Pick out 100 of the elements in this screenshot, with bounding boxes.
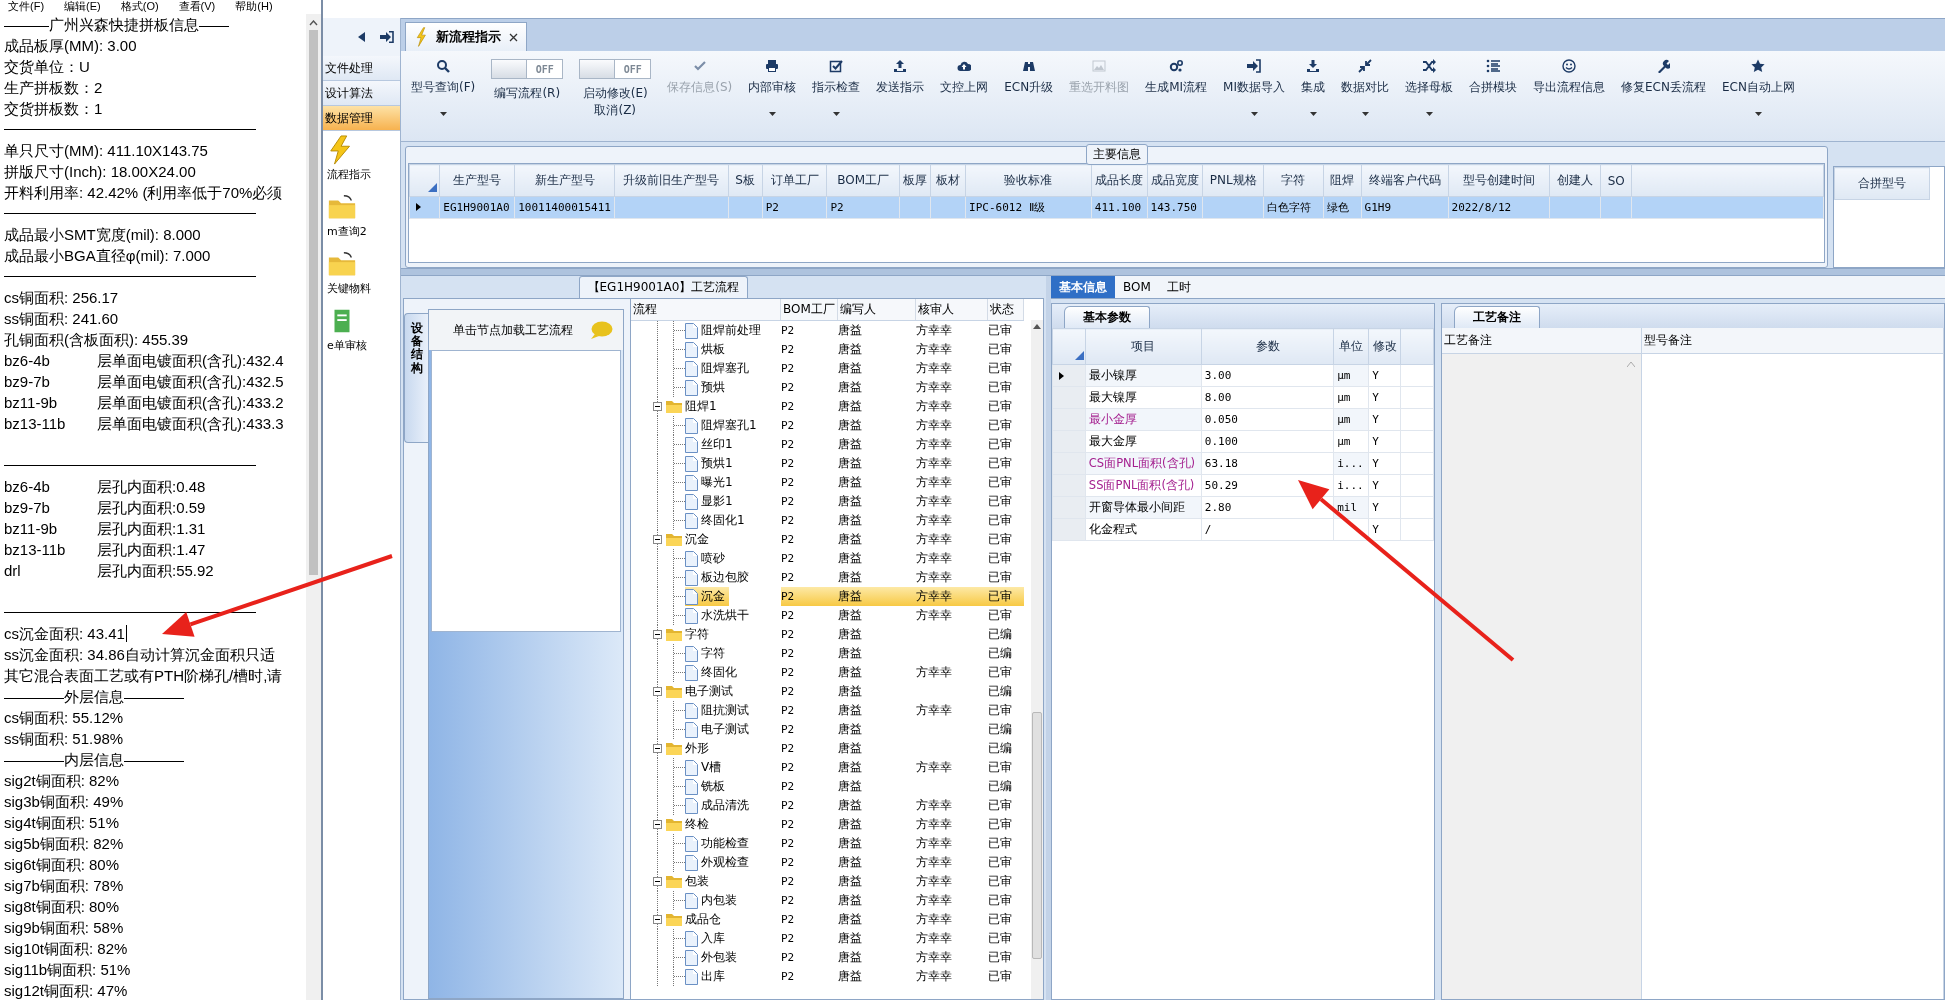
column-header: BOM工厂 (781, 299, 838, 320)
back-icon[interactable] (358, 32, 366, 42)
toolbar-button[interactable]: 文控上网 (934, 51, 995, 100)
tree-row[interactable]: 曝光1 P2 唐益 方幸幸 已审 (631, 473, 1024, 492)
toolbar-button[interactable]: 发送指示 (870, 51, 931, 100)
nav-shortcut[interactable]: m查询2 (323, 188, 400, 245)
toolbar-button[interactable]: 生成MI流程 (1139, 51, 1214, 100)
tree-row[interactable]: 阻焊塞孔1 P2 唐益 方幸幸 已审 (631, 416, 1024, 435)
tree-row[interactable]: 包装 P2 唐益 方幸幸 已审 (631, 872, 1024, 891)
toolbar-button[interactable]: 型号查询(F) (405, 51, 482, 120)
tree-row[interactable]: 阻抗测试 P2 唐益 方幸幸 已审 (631, 701, 1024, 720)
tree-row[interactable]: 终固化1 P2 唐益 方幸幸 已审 (631, 511, 1024, 530)
close-icon[interactable] (509, 32, 518, 42)
tab[interactable]: 工时 (1158, 276, 1199, 298)
toolbar-button[interactable]: MI数据导入 (1217, 51, 1291, 120)
toolbar-button[interactable]: ECN自动上网 (1715, 51, 1801, 120)
tree-row[interactable]: 字符 P2 唐益 已编 (631, 625, 1024, 644)
table-row[interactable]: 最小金厚 0.050 μm Y (1052, 408, 1434, 431)
tree-row[interactable]: 终检 P2 唐益 方幸幸 已审 (631, 815, 1024, 834)
tree-row[interactable]: 外包装 P2 唐益 方幸幸 已审 (631, 948, 1024, 967)
side-tab[interactable]: 设备结构 (404, 313, 428, 443)
menu-item[interactable]: 格式(O) (120, 0, 159, 14)
tree-row[interactable]: V槽 P2 唐益 方幸幸 已审 (631, 758, 1024, 777)
tree-row[interactable]: 沉金 P2 唐益 方幸幸 已审 (631, 587, 1024, 606)
panel-tab[interactable]: 基本参数 (1064, 306, 1150, 328)
collapse-icon[interactable] (653, 402, 662, 411)
table-row[interactable]: 最大金厚 0.100 μm Y (1052, 430, 1434, 453)
tree-row[interactable]: 喷砂 P2 唐益 方幸幸 已审 (631, 549, 1024, 568)
table-row[interactable]: EG1H9001A0 10011400015411 P2 P2 IPC-6012 Ⅱ级 411.100 143.750 白色字符 绿色 G1H9 2022/8/12 (409, 196, 1824, 219)
tree-row[interactable]: 阻焊塞孔 P2 唐益 方幸幸 已审 (631, 359, 1024, 378)
toolbar-button[interactable]: 集成 (1295, 51, 1331, 120)
tree-row[interactable]: 预烘 P2 唐益 方幸幸 已审 (631, 378, 1024, 397)
tree-row[interactable]: 沉金 P2 唐益 方幸幸 已审 (631, 530, 1024, 549)
collapse-icon[interactable] (653, 744, 662, 753)
toolbar-button[interactable]: 修复ECN丢流程 (1615, 51, 1712, 100)
table-row[interactable]: 最小镍厚 3.00 μm Y (1052, 364, 1434, 387)
scroll-up-icon[interactable] (309, 20, 318, 26)
sign-in-icon[interactable] (380, 31, 394, 43)
collapse-icon[interactable] (653, 915, 662, 924)
menu-item[interactable]: 编辑(E) (64, 0, 101, 14)
tree-row[interactable]: 入库 P2 唐益 方幸幸 已审 (631, 929, 1024, 948)
tree-row[interactable]: 铣板 P2 唐益 已编 (631, 777, 1024, 796)
collapse-icon[interactable] (653, 535, 662, 544)
toggle-switch[interactable]: OFF (491, 59, 564, 79)
tree-row[interactable]: 预烘1 P2 唐益 方幸幸 已审 (631, 454, 1024, 473)
nav-shortcut[interactable]: e单审核 (323, 302, 400, 359)
tree-row[interactable]: 终固化 P2 唐益 方幸幸 已审 (631, 663, 1024, 682)
collapse-icon[interactable] (653, 630, 662, 639)
table-cell: 已编 (988, 740, 1012, 757)
nav-item[interactable]: 设计算法 (323, 81, 400, 106)
table-cell: P2 (781, 552, 795, 565)
tab[interactable]: BOM (1115, 276, 1159, 298)
nav-shortcut[interactable]: 流程指示 (323, 131, 400, 188)
tree-row[interactable]: 字符 P2 唐益 已编 (631, 644, 1024, 663)
tree-node-label: 外形 (685, 740, 710, 757)
toggle-switch[interactable]: OFF (579, 59, 652, 79)
tree-row[interactable]: 外观检查 P2 唐益 方幸幸 已审 (631, 853, 1024, 872)
table-cell: P2 (781, 514, 795, 527)
tab[interactable]: 基本信息 (1051, 276, 1115, 298)
tree-row[interactable]: 电子测试 P2 唐益 已编 (631, 720, 1024, 739)
tree-row[interactable]: 板边包胶 P2 唐益 方幸幸 已审 (631, 568, 1024, 587)
table-row[interactable]: 化金程式 / Y (1052, 518, 1434, 541)
collapse-icon[interactable] (653, 820, 662, 829)
tree-row[interactable]: 水洗烘干 P2 唐益 方幸幸 已审 (631, 606, 1024, 625)
toolbar-button[interactable]: 数据对比 (1335, 51, 1395, 120)
tree-row[interactable]: 电子测试 P2 唐益 已编 (631, 682, 1024, 701)
tree-row[interactable]: 显影1 P2 唐益 方幸幸 已审 (631, 492, 1024, 511)
panel-tab[interactable]: 工艺备注 (1454, 306, 1540, 328)
menu-item[interactable]: 文件(F) (8, 0, 45, 14)
tree-row[interactable]: 出库 P2 唐益 方幸幸 已审 (631, 967, 1024, 986)
scroll-up-icon[interactable] (1033, 324, 1041, 329)
menu-item[interactable]: 帮助(H) (235, 0, 273, 14)
tree-row[interactable]: 阻焊1 P2 唐益 方幸幸 已审 (631, 397, 1024, 416)
tree-row[interactable]: 成品清洗 P2 唐益 方幸幸 已审 (631, 796, 1024, 815)
tree-row[interactable]: 丝印1 P2 唐益 方幸幸 已审 (631, 435, 1024, 454)
table-row[interactable]: 开窗导体最小间距 2.80 mil Y (1052, 496, 1434, 519)
collapse-icon[interactable] (653, 687, 662, 696)
folder-icon (666, 685, 682, 698)
toolbar-button[interactable]: 内部审核 (742, 51, 803, 120)
toolbar-button[interactable]: 导出流程信息 (1527, 51, 1611, 100)
tree-row[interactable]: 烘板 P2 唐益 方幸幸 已审 (631, 340, 1024, 359)
scroll-thumb[interactable] (309, 30, 318, 575)
toolbar-button[interactable]: 选择母板 (1399, 51, 1459, 120)
scroll-thumb[interactable] (1032, 712, 1042, 959)
toolbar-button[interactable]: 合拼模块 (1463, 51, 1523, 100)
tree-row[interactable]: 阻焊前处理 P2 唐益 方幸幸 已审 (631, 321, 1024, 340)
tree-row[interactable]: 外形 P2 唐益 已编 (631, 739, 1024, 758)
menu-item[interactable]: 查看(V) (178, 0, 216, 14)
tree-row[interactable]: 功能检查 P2 唐益 方幸幸 已审 (631, 834, 1024, 853)
toolbar-button[interactable]: 指示检查 (806, 51, 867, 120)
toolbar-button[interactable]: ECN升级 (998, 51, 1060, 100)
table-row[interactable]: CS面PNL面积(含孔) 63.18 i... Y (1052, 452, 1434, 475)
collapse-icon[interactable] (653, 877, 662, 886)
tree-row[interactable]: 内包装 P2 唐益 方幸幸 已审 (631, 891, 1024, 910)
tree-row[interactable]: 成品仓 P2 唐益 方幸幸 已审 (631, 910, 1024, 929)
nav-item[interactable]: 数据管理 (323, 106, 400, 131)
nav-shortcut[interactable]: 关键物料 (323, 245, 400, 302)
nav-item[interactable]: 文件处理 (323, 56, 400, 81)
document-tab[interactable]: 新流程指示 (405, 22, 527, 51)
table-row[interactable]: 最大镍厚 8.00 μm Y (1052, 386, 1434, 409)
